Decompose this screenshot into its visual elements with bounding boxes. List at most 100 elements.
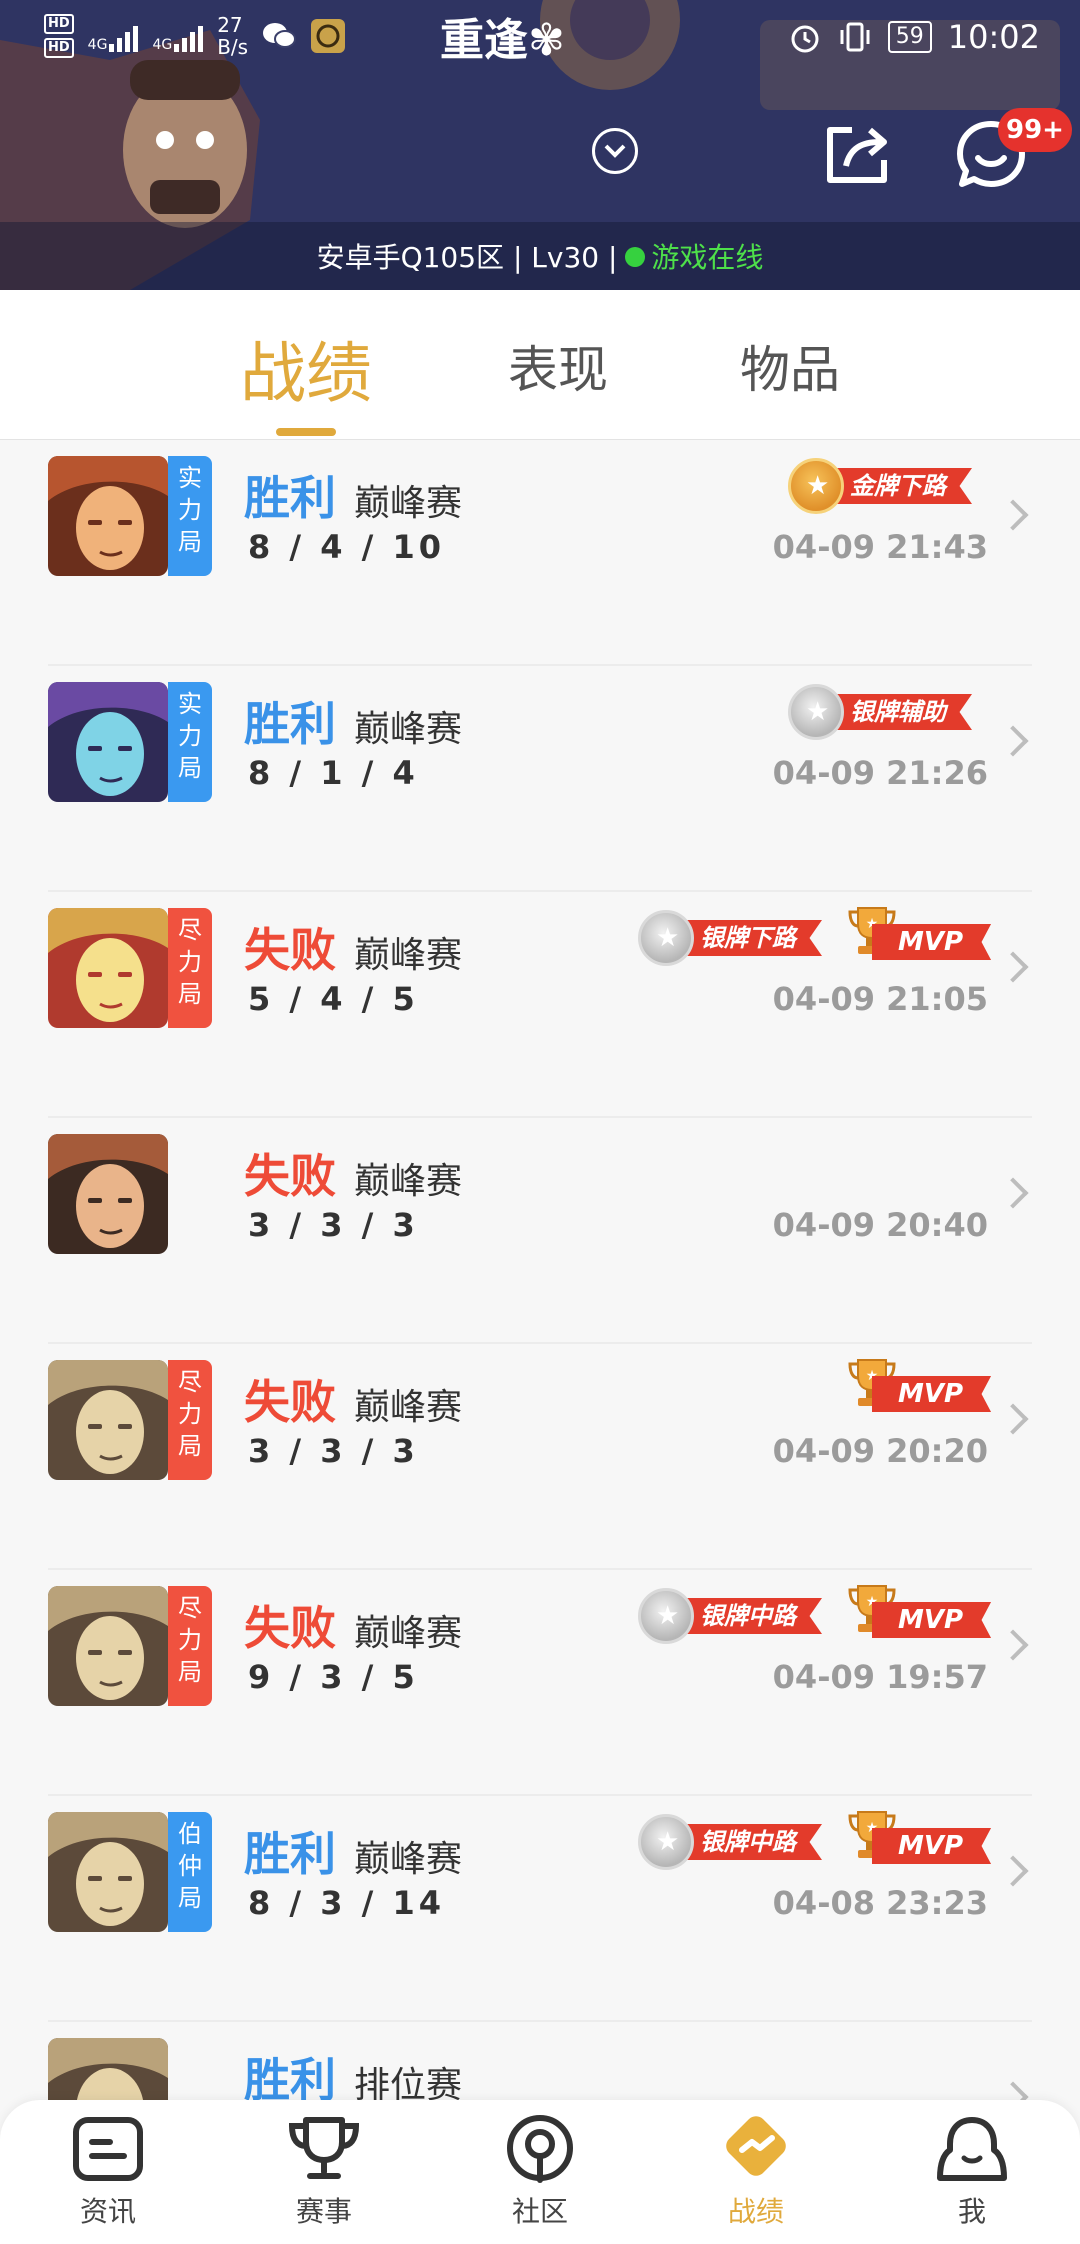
match-result: 胜利	[244, 471, 336, 525]
mvp-label: MVP	[872, 1602, 992, 1638]
chevron-right-icon	[997, 499, 1029, 531]
battery-indicator: 59	[887, 21, 932, 53]
game-mode: 巅峰赛	[354, 483, 463, 524]
silver-medal: 银牌中路 ★	[638, 1588, 838, 1644]
match-row[interactable]: 尽力局失败巅峰赛 9 / 3 / 5 04-09 19:57 ★ MVP 银牌中路 …	[0, 1570, 1080, 1796]
mvp-badge: ★ MVP	[842, 1358, 992, 1418]
tab-items[interactable]: 物品	[740, 330, 840, 402]
mvp-badge: ★ MVP	[842, 1810, 992, 1870]
wechat-icon	[263, 23, 297, 48]
match-type-tag: 尽力局	[168, 1586, 212, 1706]
match-row[interactable]: 伯仲局胜利巅峰赛 8 / 3 / 14 04-08 23:23 ★ MVP 银牌中路…	[0, 1796, 1080, 2022]
mvp-badge: ★ MVP	[842, 1584, 992, 1644]
match-type-tag: 伯仲局	[168, 1812, 212, 1932]
game-mode: 巅峰赛	[354, 935, 463, 976]
match-row[interactable]: 实力局 胜利 巅峰赛 8 / 1 / 4 04-09 21:26 银牌辅助 ★	[0, 666, 1080, 892]
active-tab-indicator	[276, 428, 336, 436]
match-time: 04-09 21:05	[772, 980, 988, 1018]
nav-profile[interactable]: 我	[902, 2114, 1042, 2230]
hero-avatar	[48, 2038, 168, 2100]
medal-star-icon: ★	[638, 1588, 694, 1644]
online-dot-icon	[625, 247, 646, 267]
tab-records[interactable]: 战绩	[240, 320, 372, 416]
match-result: 胜利	[244, 2053, 336, 2100]
chevron-right-icon	[997, 1177, 1029, 1209]
clock: 10:02	[947, 18, 1040, 56]
nav-community[interactable]: 社区	[470, 2114, 610, 2230]
match-result: 胜利	[244, 697, 336, 751]
hero-avatar	[48, 1134, 168, 1254]
match-type-tag: 尽力局	[168, 908, 212, 1028]
community-icon	[507, 2115, 573, 2183]
alarm-icon	[791, 25, 819, 53]
match-row[interactable]: 胜利排位赛04-07 13:41	[0, 2022, 1080, 2100]
signal-icon	[109, 20, 139, 52]
match-result: 失败	[244, 1149, 336, 1203]
match-row[interactable]: 实力局 胜利 巅峰赛 8 / 4 / 10 04-09 21:43 金牌下路 ★	[0, 440, 1080, 666]
trophy-icon	[288, 2117, 360, 2179]
kda: 8 / 4 / 10	[248, 528, 445, 566]
player-name[interactable]: 重逢✾	[440, 4, 565, 68]
hd-indicator: HD	[44, 14, 74, 34]
match-time: 04-08 23:23	[772, 1884, 988, 1922]
match-time: 04-09 21:43	[772, 528, 988, 566]
silver-medal: 银牌下路 ★	[638, 910, 838, 966]
game-mode: 巅峰赛	[354, 1161, 463, 1202]
kda: 8 / 1 / 4	[248, 754, 419, 792]
game-mode: 巅峰赛	[354, 709, 463, 750]
chevron-right-icon	[997, 1403, 1029, 1435]
game-mode: 巅峰赛	[354, 1839, 463, 1880]
match-result: 失败	[244, 923, 336, 977]
kda: 5 / 4 / 5	[248, 980, 419, 1018]
game-mode: 巅峰赛	[354, 1387, 463, 1428]
server-info-bar: 安卓手Q105区 | Lv30 | 游戏在线	[0, 236, 1080, 276]
network-speed: 27 B/s	[217, 13, 249, 59]
match-type-tag: 实力局	[168, 456, 212, 576]
medal-star-icon: ★	[788, 684, 844, 740]
match-row[interactable]: 尽力局失败巅峰赛 3 / 3 / 3 04-09 20:20 ★ MVP	[0, 1344, 1080, 1570]
silver-medal: 银牌中路 ★	[638, 1814, 838, 1870]
match-time: 04-09 19:57	[772, 1658, 988, 1696]
mvp-badge: ★ MVP	[842, 906, 992, 966]
vibrate-icon	[840, 22, 870, 52]
match-result: 胜利	[244, 1827, 336, 1881]
match-list[interactable]: 实力局 胜利 巅峰赛 8 / 4 / 10 04-09 21:43 金牌下路 ★ 实力局…	[0, 440, 1080, 2100]
match-result: 失败	[244, 1601, 336, 1655]
match-time: 04-09 20:20	[772, 1432, 988, 1470]
medal-star-icon: ★	[638, 1814, 694, 1870]
kda: 3 / 3 / 3	[248, 1432, 419, 1470]
news-icon	[73, 2117, 143, 2181]
hero-avatar	[48, 1586, 168, 1706]
signal-icon	[174, 20, 204, 52]
match-row[interactable]: 失败 巅峰赛 3 / 3 / 3 04-09 20:40	[0, 1118, 1080, 1344]
game-mode: 巅峰赛	[354, 1613, 463, 1654]
match-type-tag: 尽力局	[168, 1360, 212, 1480]
profile-icon	[937, 2117, 1007, 2181]
tab-performance[interactable]: 表现	[508, 330, 608, 402]
match-time: 04-09 21:26	[772, 754, 988, 792]
kda: 3 / 3 / 3	[248, 1206, 419, 1244]
kda: 8 / 3 / 14	[248, 1884, 445, 1922]
game-mode: 排位赛	[354, 2065, 463, 2100]
message-badge: 99+	[998, 108, 1072, 152]
chevron-down-icon[interactable]	[592, 128, 638, 174]
share-icon[interactable]	[822, 122, 896, 188]
chevron-right-icon	[997, 1855, 1029, 1887]
silver-medal: 银牌辅助 ★	[788, 684, 988, 740]
nav-records[interactable]: 战绩	[686, 2114, 826, 2230]
record-icon	[726, 2116, 786, 2176]
mvp-label: MVP	[872, 1828, 992, 1864]
chevron-right-icon	[997, 1629, 1029, 1661]
nav-news[interactable]: 资讯	[38, 2114, 178, 2230]
hero-avatar	[48, 456, 168, 576]
hero-avatar	[48, 682, 168, 802]
server-info: 安卓手Q105区 | Lv30 |	[316, 241, 618, 274]
mvp-label: MVP	[872, 1376, 992, 1412]
kda: 9 / 3 / 5	[248, 1658, 419, 1696]
match-row[interactable]: 尽力局失败巅峰赛 5 / 4 / 5 04-09 21:05 ★ MVP 银牌下路 …	[0, 892, 1080, 1118]
medal-star-icon: ★	[638, 910, 694, 966]
chevron-right-icon	[997, 725, 1029, 757]
nav-events[interactable]: 赛事	[254, 2114, 394, 2230]
profile-header: HD HD 4G 4G 27 B/s 59 10:02 重逢✾ 99+ 安卓手Q…	[0, 0, 1080, 290]
bottom-nav: 资讯 赛事 社区 战绩 我	[0, 2100, 1080, 2244]
